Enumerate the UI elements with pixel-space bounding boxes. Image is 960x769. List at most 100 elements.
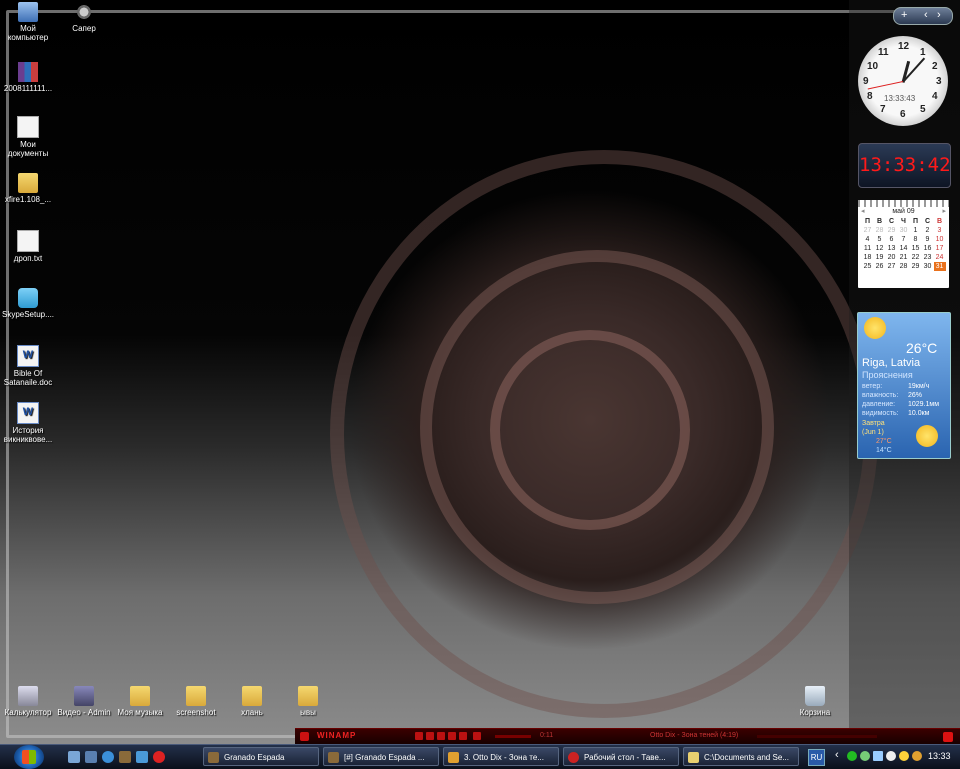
desktop-icon-bible-doc[interactable]: W Bible Of Satanaile.doc	[0, 345, 56, 387]
calendar-day[interactable]: 27	[886, 262, 898, 271]
taskbar: Granado Espada [#] Granado Espada ... 3.…	[0, 744, 960, 769]
calendar-day[interactable]: 26	[874, 262, 886, 271]
tray-app-icon[interactable]	[899, 751, 909, 761]
media-quicklaunch-icon[interactable]	[136, 751, 148, 763]
calendar-day[interactable]: 10	[934, 235, 946, 244]
calendar-day[interactable]: 30	[898, 226, 910, 235]
desktop-icon-my-computer[interactable]: Мой компьютер	[0, 2, 56, 42]
calendar-day[interactable]: 6	[886, 235, 898, 244]
desktop-icon-my-documents[interactable]: Мои документы	[0, 116, 56, 158]
calendar-gadget[interactable]: ◂ май 09 ▸ П В С Ч П С В 27 28 29 30 1 2…	[858, 200, 949, 288]
pause-icon[interactable]	[437, 732, 445, 740]
calendar-day[interactable]: 18	[862, 253, 874, 262]
weather-detail-key: давление:	[862, 401, 896, 408]
eject-icon[interactable]	[473, 732, 481, 740]
volume-slider[interactable]	[495, 735, 531, 738]
winamp-close-icon[interactable]	[943, 732, 953, 742]
calendar-day[interactable]: 13	[886, 244, 898, 253]
tray-app-icon[interactable]	[886, 751, 896, 761]
desktop-icon-skype-setup[interactable]: SkypeSetup....	[0, 288, 56, 319]
desktop-icon-my-music[interactable]: Моя музыка	[112, 686, 168, 717]
next-track-icon[interactable]	[459, 732, 467, 740]
calendar-day[interactable]: 27	[862, 226, 874, 235]
calendar-day[interactable]: 22	[910, 253, 922, 262]
tray-app-icon[interactable]	[847, 751, 857, 761]
desktop-icon-saper[interactable]: Сапер	[56, 2, 112, 33]
calendar-day[interactable]: 2	[922, 226, 934, 235]
digital-clock-gadget[interactable]: 13:33:42	[858, 143, 951, 188]
seek-bar[interactable]	[757, 735, 877, 738]
calendar-day[interactable]: 24	[934, 253, 946, 262]
calendar-day[interactable]: 25	[862, 262, 874, 271]
network-icon[interactable]	[873, 751, 883, 761]
calendar-day[interactable]: 8	[910, 235, 922, 244]
play-icon[interactable]	[426, 732, 434, 740]
calendar-day-today[interactable]: 31	[933, 262, 946, 271]
opera-icon[interactable]	[153, 751, 165, 763]
weekday-label: Ч	[901, 218, 906, 225]
desktop: Мой компьютер Сапер 2008111111... Мои до…	[0, 0, 960, 744]
desktop-icon-archive[interactable]: 2008111111...	[0, 62, 56, 93]
taskbar-task[interactable]: Granado Espada	[203, 747, 319, 766]
desktop-icon-yvy[interactable]: ывы	[280, 686, 336, 717]
calendar-day[interactable]: 1	[910, 226, 922, 235]
add-gadget-button[interactable]: +	[901, 8, 907, 23]
internet-explorer-icon[interactable]	[102, 751, 114, 763]
calendar-day[interactable]: 29	[886, 226, 898, 235]
prev-track-icon[interactable]	[415, 732, 423, 740]
calendar-day[interactable]: 16	[922, 244, 934, 253]
calendar-day[interactable]: 7	[898, 235, 910, 244]
clock-number: 12	[898, 41, 910, 52]
calendar-day[interactable]: 20	[886, 253, 898, 262]
calendar-day[interactable]: 23	[922, 253, 934, 262]
taskbar-task[interactable]: 3. Otto Dix - Зона те...	[443, 747, 559, 766]
calendar-day[interactable]: 29	[910, 262, 922, 271]
desktop-icon-khlan[interactable]: хлань	[224, 686, 280, 717]
prev-month-arrow-icon[interactable]: ◂	[861, 207, 865, 217]
desktop-icon-calculator[interactable]: Калькулятор	[0, 686, 56, 717]
analog-clock-gadget[interactable]: 12 1 2 3 4 5 6 7 8 9 10 11 13:33:43	[858, 36, 948, 126]
calendar-day[interactable]: 3	[934, 226, 946, 235]
calendar-day[interactable]: 14	[898, 244, 910, 253]
icon-label: Калькулятор	[4, 708, 52, 717]
desktop-icon-screenshot[interactable]: screenshot	[168, 686, 224, 717]
calendar-day[interactable]: 5	[874, 235, 886, 244]
winamp-menu-icon[interactable]	[300, 732, 309, 741]
sun-icon	[916, 425, 938, 447]
desktop-icon-xfire[interactable]: xfire1.108_...	[0, 173, 56, 204]
winamp-bar[interactable]: WINAMP 0:11 Otto Dix - Зона теней (4:19)	[295, 728, 960, 745]
switch-windows-icon[interactable]	[85, 751, 97, 763]
desktop-icon-video[interactable]: Видео - Admin	[56, 686, 112, 717]
weather-detail-key: видимость:	[862, 410, 899, 417]
stop-icon[interactable]	[448, 732, 456, 740]
calendar-day[interactable]: 17	[934, 244, 946, 253]
tray-expand-icon[interactable]: ‹	[835, 749, 839, 761]
calendar-day[interactable]: 28	[874, 226, 886, 235]
start-button[interactable]	[14, 745, 44, 769]
calendar-day[interactable]: 4	[862, 235, 874, 244]
desktop-icon-history-doc[interactable]: W История викниквове...	[0, 402, 56, 444]
taskbar-task[interactable]: C:\Documents and Se...	[683, 747, 799, 766]
weather-gadget[interactable]: 26°C Riga, Latvia Прояснения ветер: 19км…	[857, 312, 951, 459]
show-desktop-icon[interactable]	[68, 751, 80, 763]
tray-app-icon[interactable]	[912, 751, 922, 761]
calendar-day[interactable]: 21	[898, 253, 910, 262]
taskbar-task[interactable]: Рабочий стол - Таве...	[563, 747, 679, 766]
calendar-day[interactable]: 30	[922, 262, 934, 271]
granado-espada-quicklaunch-icon[interactable]	[119, 751, 131, 763]
tray-chat-icon[interactable]	[860, 751, 870, 761]
next-month-arrow-icon[interactable]: ▸	[942, 207, 946, 217]
calendar-day[interactable]: 12	[874, 244, 886, 253]
prev-gadget-button[interactable]: ‹	[924, 8, 928, 23]
next-gadget-button[interactable]: ›	[937, 8, 941, 23]
calendar-day[interactable]: 28	[898, 262, 910, 271]
desktop-icon-recycle-bin[interactable]: Корзина	[787, 686, 843, 717]
language-indicator[interactable]: RU	[808, 749, 825, 766]
calendar-day[interactable]: 11	[862, 244, 874, 253]
calendar-day[interactable]: 19	[874, 253, 886, 262]
desktop-icon-drop-txt[interactable]: дроп.txt	[0, 230, 56, 263]
calendar-day[interactable]: 9	[922, 235, 934, 244]
taskbar-clock[interactable]: 13:33	[928, 751, 951, 761]
calendar-day[interactable]: 15	[910, 244, 922, 253]
taskbar-task[interactable]: [#] Granado Espada ...	[323, 747, 439, 766]
